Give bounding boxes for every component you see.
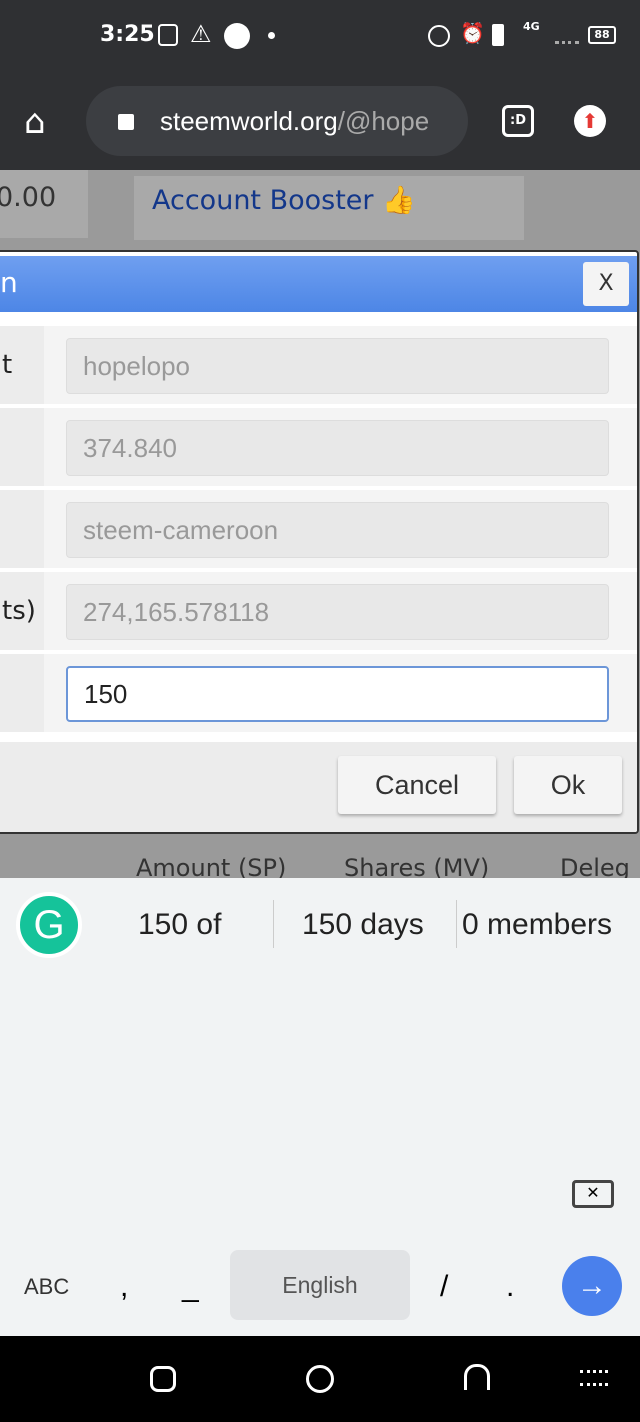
row-shares: ts) 274,165.578118: [0, 572, 637, 650]
dialog-footer: Cancel Ok: [0, 742, 637, 832]
row-label: [0, 654, 44, 732]
url-domain: steemworld.org: [160, 106, 338, 136]
keyboard: G 150 of 150 days 0 members ✕ ABC , _ En…: [0, 878, 640, 1336]
suggestion[interactable]: 0 members: [462, 908, 612, 942]
home-button[interactable]: [306, 1365, 334, 1393]
network-type: 4G: [523, 20, 540, 33]
close-button[interactable]: X: [583, 262, 629, 306]
row-amount: 374.840: [0, 408, 637, 486]
keyboard-switch-icon[interactable]: [580, 1370, 608, 1386]
status-bar: 3:25 ⚠ ⏰ 4G 88: [0, 0, 640, 72]
delegation-dialog: n X t hopelopo 374.840 steem-cameroon ts)…: [0, 250, 639, 834]
lock-icon: [118, 114, 134, 130]
enter-key[interactable]: →: [562, 1256, 622, 1316]
signal-icon: [555, 32, 579, 44]
balance-value: 0.00: [0, 182, 57, 213]
home-icon[interactable]: ⌂: [24, 102, 46, 142]
value-input[interactable]: 150: [66, 666, 609, 722]
clock: 3:25: [100, 22, 155, 47]
row-label: t: [0, 326, 44, 404]
abc-key[interactable]: ABC: [24, 1274, 69, 1300]
row-delegatee: steem-cameroon: [0, 490, 637, 568]
row-label: ts): [0, 572, 44, 650]
app-notification-icon: [158, 24, 178, 46]
tab-switcher-button[interactable]: :D: [502, 105, 534, 137]
account-field: hopelopo: [66, 338, 609, 394]
period-key[interactable]: .: [506, 1270, 514, 1304]
dot-icon: [268, 32, 275, 39]
url-path: /@hope: [337, 106, 430, 136]
thumbs-up-icon: 👍: [382, 185, 416, 216]
alarm-icon: ⏰: [460, 21, 485, 45]
delegatee-field: steem-cameroon: [66, 502, 609, 558]
upload-icon[interactable]: ⬆: [574, 105, 606, 137]
space-key[interactable]: English: [230, 1250, 410, 1320]
cancel-button[interactable]: Cancel: [338, 756, 496, 814]
row-account: t hopelopo: [0, 326, 637, 404]
underscore-key[interactable]: _: [182, 1270, 199, 1304]
row-label: [0, 490, 44, 568]
warning-icon: ⚠: [190, 20, 212, 48]
dialog-title: n: [0, 266, 18, 299]
browser-toolbar: ⌂ steemworld.org/@hope :D ⬆: [0, 72, 640, 170]
row-label: [0, 408, 44, 486]
suggestion[interactable]: 150 days: [302, 908, 424, 942]
recents-button[interactable]: [150, 1366, 176, 1392]
account-booster-link[interactable]: Account Booster 👍: [152, 184, 416, 216]
slash-key[interactable]: /: [440, 1270, 448, 1304]
backspace-key[interactable]: ✕: [572, 1180, 614, 1208]
address-bar[interactable]: steemworld.org/@hope: [86, 86, 468, 156]
dnd-icon: [428, 25, 450, 47]
shares-field: 274,165.578118: [66, 584, 609, 640]
vibrate-icon: [492, 24, 504, 46]
back-button[interactable]: [464, 1364, 490, 1390]
amount-field: 374.840: [66, 420, 609, 476]
grammarly-icon[interactable]: G: [16, 892, 82, 958]
comma-key[interactable]: ,: [120, 1270, 128, 1304]
battery-icon: 88: [588, 26, 616, 44]
navigation-bar: [0, 1336, 640, 1422]
whatsapp-icon: [224, 23, 250, 49]
dialog-header: n X: [0, 256, 637, 312]
suggestion[interactable]: 150 of: [138, 908, 221, 942]
row-input: 150: [0, 654, 637, 732]
ok-button[interactable]: Ok: [514, 756, 622, 814]
